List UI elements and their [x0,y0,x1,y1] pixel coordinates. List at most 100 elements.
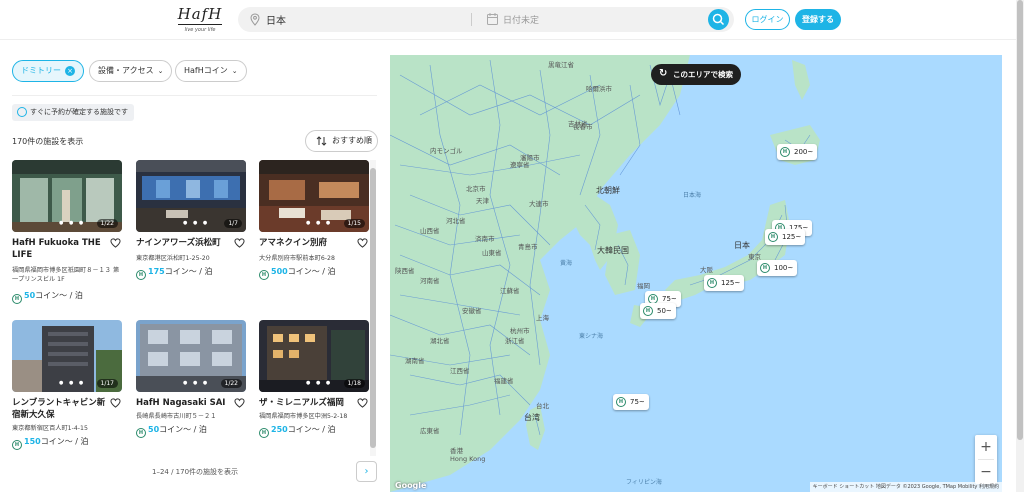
map-label: 山西省 [420,227,440,235]
map-label: 哈爾浜市 [586,85,612,93]
listing-photo[interactable]: ● ● ● 1/22 [136,320,246,392]
listing-name[interactable]: HafH Fukuoka THE LIFE [12,237,108,261]
listing-card[interactable]: ● ● ● 1/17 レンブラントキャビン新宿新大久保 東京都新宿区百人町1-4… [12,320,122,456]
map-label: 済南市 [475,235,495,243]
coin-unit: コイン～ / 泊 [40,437,89,446]
search-place-input[interactable]: 日本 [266,12,286,27]
listing-card[interactable]: ● ● ● 1/15 アマネクイン別府 大分県別府市駅前本町6-28 H 500コ… [259,160,369,310]
listing-photo[interactable]: ● ● ● 1/18 [259,320,369,392]
map-price-pin[interactable]: H 50~ [640,303,676,319]
search-date-field[interactable]: 日付未定 [503,13,539,26]
listing-card[interactable]: ● ● ● 1/22 HafH Fukuoka THE LIFE 福岡県福岡市博… [12,160,122,310]
list-scrollbar[interactable] [370,160,376,456]
hafh-logo[interactable]: HafH live your life [172,4,228,34]
map-label: 広東省 [420,427,440,435]
listing-name[interactable]: アマネクイン別府 [259,237,355,249]
page-scrollbar[interactable] [1016,0,1024,492]
logo-text: HafH [177,5,223,23]
hafh-pin-icon: H [616,397,626,407]
map-canvas[interactable] [390,55,1002,492]
sort-button[interactable]: おすすめ順 [305,130,378,152]
zoom-in-button[interactable]: + [975,435,997,459]
heart-icon[interactable] [357,238,368,248]
map-label: 杭州市 [510,327,530,335]
photo-dots: ● ● ● [59,380,86,386]
next-page-button[interactable]: › [356,461,377,482]
heart-icon[interactable] [234,238,245,248]
zoom-out-button[interactable]: − [975,460,997,484]
map-view[interactable]: 黒竜江省 哈爾浜市 吉林省 長春市 遼寧省 瀋陽市 北朝鮮 大連市 北京市 天津… [390,55,1002,492]
listing-grid: ● ● ● 1/22 HafH Fukuoka THE LIFE 福岡県福岡市博… [12,160,370,456]
listing-address: 大分県別府市駅前本町6-28 [259,255,335,262]
pagination-text: 1–24 / 170件の施設を表示 [152,468,239,476]
heart-icon[interactable] [357,398,368,408]
filter-chip-label: HafHコイン [184,66,228,75]
map-price-pin[interactable]: H 100~ [757,260,798,276]
filter-chip-facilities[interactable]: 設備・アクセス ⌄ [89,60,173,82]
pin-price: 200~ [794,148,814,156]
map-label: 浙江省 [505,337,525,345]
map-price-pin[interactable]: H 125~ [765,229,806,245]
hafh-pin-icon: H [643,306,653,316]
search-button[interactable] [708,9,729,30]
search-this-area-button[interactable]: ↻ このエリアで検索 [651,64,741,85]
heart-icon[interactable] [110,398,121,408]
pin-price: 75~ [662,295,677,303]
zoom-controls: + − [975,435,997,484]
coin-unit: コイン～ / 泊 [287,267,336,276]
listing-card[interactable]: ● ● ● 1/18 ザ・ミレニアルズ福岡 福岡県福岡市博多区中洲5-2-18 … [259,320,369,456]
chevron-down-icon: ⌄ [231,67,238,75]
map-label: 安徽省 [462,307,482,315]
map-label: 台北 [536,402,549,410]
listing-card[interactable]: ● ● ● 1/7 ナインアワーズ浜松町 東京都港区浜松町1-25-20 H 17… [136,160,246,310]
map-price-pin[interactable]: H 200~ [777,144,818,160]
listing-name[interactable]: ザ・ミレニアルズ福岡 [259,397,355,409]
map-label: 東シナ海 [579,333,604,340]
map-label: 河南省 [420,277,440,285]
sort-icon [316,136,327,146]
map-price-pin[interactable]: H 125~ [704,275,745,291]
listing-price: H 150コイン～ / 泊 [12,436,88,450]
login-button[interactable]: ログイン [745,9,790,30]
close-icon[interactable]: × [65,66,75,76]
listing-photo[interactable]: ● ● ● 1/7 [136,160,246,232]
map-attribution[interactable]: キーボード ショートカット 地図データ ©2023 Google, TMap M… [809,482,1002,492]
filter-chip-coins[interactable]: HafHコイン ⌄ [175,60,247,82]
listing-photo[interactable]: ● ● ● 1/15 [259,160,369,232]
hafh-coin-icon: H [136,270,146,280]
pin-price: 75~ [630,398,645,406]
map-label: 江蘇省 [500,287,520,295]
listing-name[interactable]: ナインアワーズ浜松町 [136,237,232,249]
map-label: 大阪 [700,266,713,274]
photo-counter: 1/22 [220,379,242,388]
result-count: 170件の施設を表示 [12,137,84,146]
listing-photo[interactable]: ● ● ● 1/22 [12,160,122,232]
listing-name[interactable]: レンブラントキャビン新宿新大久保 [12,397,108,421]
page-scrollbar-thumb[interactable] [1017,0,1023,440]
photo-counter: 1/22 [96,219,118,228]
search-bar[interactable]: 日本 日付未定 [238,7,734,32]
heart-icon[interactable] [110,238,121,248]
heart-icon[interactable] [234,398,245,408]
coin-unit: コイン～ / 泊 [159,425,207,434]
hafh-coin-icon: H [136,428,146,438]
map-label: 湖南省 [405,357,425,365]
listing-card[interactable]: ● ● ● 1/22 HafH Nagasaki SAI 長崎県長崎市古川町５－… [136,320,246,456]
listing-price: H 250コイン～ / 泊 [259,424,335,438]
chevron-down-icon: ⌄ [157,67,164,75]
pin-price: 125~ [782,233,802,241]
map-price-pin[interactable]: H 75~ [613,394,649,410]
list-scrollbar-thumb[interactable] [370,168,376,448]
photo-dots: ● ● ● [306,220,333,226]
sort-label: おすすめ順 [332,136,372,145]
filter-chip-dormitory[interactable]: ドミトリー × [12,60,84,82]
listing-address: 長崎県長崎市古川町５－２１ [136,413,217,420]
listing-price: H 500コイン～ / 泊 [259,266,335,280]
listing-address: 福岡県福岡市博多区祇園町８－１３ 第一プリンスビル 1F [12,267,120,283]
signup-button[interactable]: 登録する [795,9,841,30]
listing-photo[interactable]: ● ● ● 1/17 [12,320,122,392]
location-pin-icon [250,13,260,26]
listing-name[interactable]: HafH Nagasaki SAI [136,397,232,409]
map-label: 青島市 [518,243,538,251]
coin-amount: 500 [271,267,288,276]
